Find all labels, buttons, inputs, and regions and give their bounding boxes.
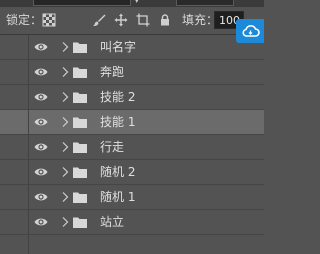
eye-icon[interactable]	[34, 141, 48, 153]
eye-icon[interactable]	[34, 91, 48, 103]
layer-row[interactable]: 叫名字	[0, 35, 264, 60]
chevron-right-icon[interactable]	[61, 191, 69, 203]
layer-row[interactable]: 技能 1	[0, 110, 264, 135]
visibility-cell[interactable]	[0, 85, 29, 109]
layer-name: 技能 2	[100, 90, 136, 104]
lock-transparent-pixels-icon[interactable]	[42, 13, 56, 27]
eye-icon[interactable]	[34, 41, 48, 53]
chevron-down-icon[interactable]: ▾	[135, 0, 142, 5]
visibility-cell[interactable]	[0, 110, 29, 134]
cloud-sync-icon	[242, 25, 260, 37]
visibility-cell[interactable]	[0, 185, 29, 209]
folder-icon	[73, 92, 87, 103]
move-icon[interactable]	[114, 13, 128, 27]
layer-name: 随机 1	[100, 190, 136, 204]
eye-icon[interactable]	[34, 116, 48, 128]
visibility-cell[interactable]	[0, 210, 29, 234]
layer-name: 站立	[100, 215, 125, 229]
opacity-field[interactable]	[176, 0, 234, 6]
chevron-right-icon[interactable]	[61, 216, 69, 228]
layer-row[interactable]: 随机 2	[0, 160, 264, 185]
eye-icon[interactable]	[34, 216, 48, 228]
layer-name: 叫名字	[100, 40, 137, 54]
folder-icon	[73, 117, 87, 128]
folder-icon	[73, 42, 87, 53]
eye-icon[interactable]	[34, 191, 48, 203]
folder-icon	[73, 142, 87, 153]
layers-panel: ▾ 锁定： 填充： 100 叫名字 奔跑 技能 2 技能 1 行走 随机 2 随…	[0, 0, 264, 254]
chevron-right-icon[interactable]	[61, 141, 69, 153]
lock-toolbar: 锁定： 填充： 100	[0, 7, 264, 35]
layer-row[interactable]: 奔跑	[0, 60, 264, 85]
chevron-right-icon[interactable]	[61, 66, 69, 78]
visibility-cell[interactable]	[0, 135, 29, 159]
visibility-cell[interactable]	[0, 160, 29, 184]
eye-icon[interactable]	[34, 66, 48, 78]
folder-icon	[73, 167, 87, 178]
chevron-right-icon[interactable]	[61, 116, 69, 128]
lock-label: 锁定：	[6, 13, 43, 27]
layer-name: 行走	[100, 140, 125, 154]
visibility-cell[interactable]	[0, 60, 29, 84]
folder-icon	[73, 67, 87, 78]
layer-row[interactable]: 随机 1	[0, 185, 264, 210]
chevron-right-icon[interactable]	[61, 41, 69, 53]
folder-icon	[73, 192, 87, 203]
layer-name: 奔跑	[100, 65, 125, 79]
artboard-crop-icon[interactable]	[136, 13, 150, 27]
layer-name: 随机 2	[100, 165, 136, 179]
folder-icon	[73, 217, 87, 228]
brush-icon[interactable]	[92, 13, 106, 27]
cloud-sync-button[interactable]	[236, 19, 264, 43]
lock-icon[interactable]	[158, 13, 172, 27]
layer-row[interactable]: 行走	[0, 135, 264, 160]
layer-name: 技能 1	[100, 115, 136, 129]
layers-list: 叫名字奔跑技能 2 技能 1 行走随机 2 随机 1 站立	[0, 35, 264, 235]
chevron-right-icon[interactable]	[61, 91, 69, 103]
chevron-right-icon[interactable]	[61, 166, 69, 178]
blend-mode-dropdown[interactable]	[33, 0, 131, 6]
layers-empty-area	[0, 235, 264, 254]
layer-row[interactable]: 技能 2	[0, 85, 264, 110]
fill-label: 填充：	[182, 13, 219, 27]
blend-mode-toolbar: ▾	[0, 0, 264, 7]
visibility-cell[interactable]	[0, 35, 29, 59]
eye-icon[interactable]	[34, 166, 48, 178]
layer-row[interactable]: 站立	[0, 210, 264, 235]
